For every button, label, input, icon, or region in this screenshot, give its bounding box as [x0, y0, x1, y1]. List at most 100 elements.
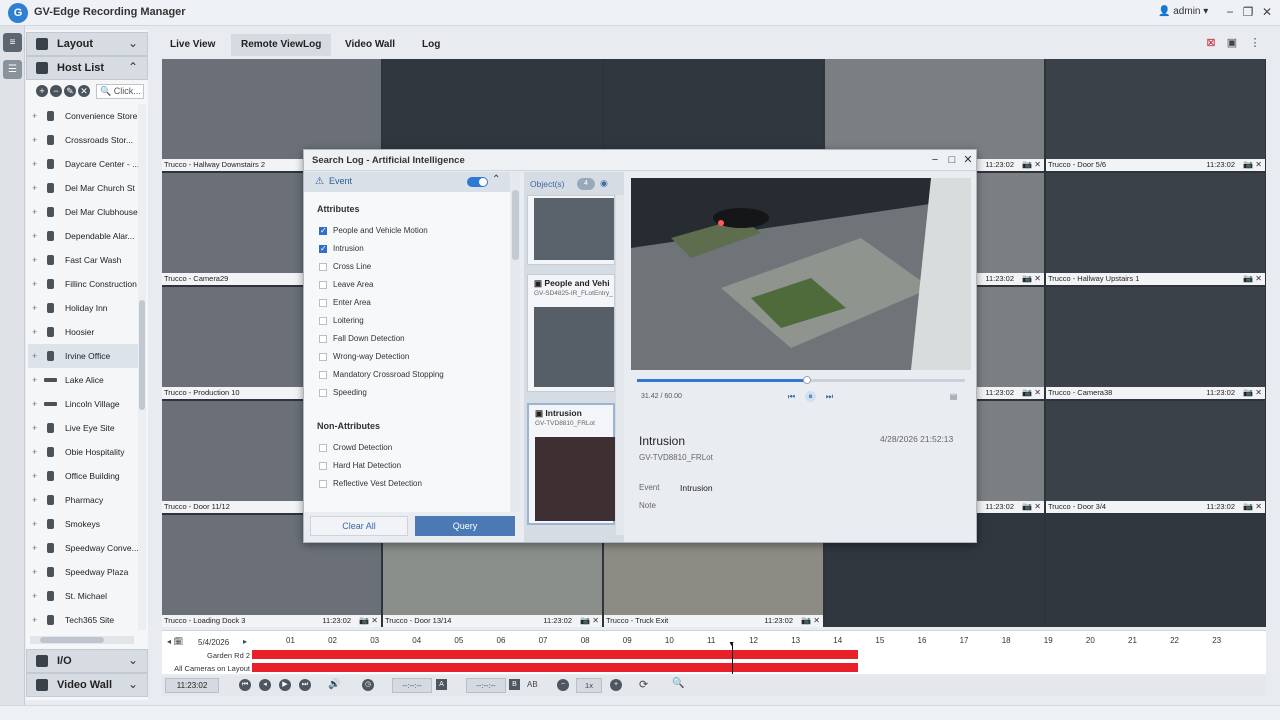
- host-item[interactable]: + Holiday Inn: [28, 296, 138, 320]
- tab-video-wall[interactable]: Video Wall: [335, 34, 405, 56]
- expand-icon[interactable]: +: [32, 560, 37, 584]
- hostlist-section-header[interactable]: Host List ⌃: [26, 56, 148, 80]
- host-list-hscroll-thumb[interactable]: [40, 637, 104, 643]
- host-item[interactable]: + Speedway Conve...: [28, 536, 138, 560]
- snapshot-icon[interactable]: 📷: [1243, 502, 1255, 511]
- snapshot-icon[interactable]: 📷: [1243, 388, 1255, 397]
- snapshot-icon[interactable]: 📷: [359, 616, 371, 625]
- checkbox-box[interactable]: [319, 225, 327, 237]
- panel-toggle-icon[interactable]: ≡: [3, 33, 22, 52]
- expand-icon[interactable]: +: [32, 320, 37, 344]
- camera-tile[interactable]: [1046, 515, 1265, 627]
- speed-field[interactable]: 1x: [576, 678, 602, 693]
- remove-host-icon[interactable]: −: [50, 85, 62, 97]
- tab-live-view[interactable]: Live View: [160, 34, 225, 56]
- snapshot-icon[interactable]: 📷: [1022, 388, 1034, 397]
- expand-icon[interactable]: +: [32, 104, 37, 128]
- recording-bar[interactable]: [252, 663, 859, 672]
- set-start-icon[interactable]: A: [436, 679, 447, 690]
- play-icon[interactable]: ▶: [279, 679, 291, 691]
- videowall-section-header[interactable]: Video Wall ⌄: [26, 673, 148, 697]
- layout-section-header[interactable]: Layout ⌄: [26, 32, 148, 56]
- snapshot-icon[interactable]: 📷: [1243, 274, 1255, 283]
- recording-bar[interactable]: [252, 650, 859, 659]
- step-back-icon[interactable]: ◂: [259, 679, 271, 691]
- io-section-header[interactable]: I/O ⌄: [26, 649, 148, 673]
- camera-tile[interactable]: Trucco - Door 3/4 11:23:02 📷 ✕: [1046, 401, 1265, 513]
- camera-tile[interactable]: Trucco - Door 5/6 11:23:02 📷 ✕: [1046, 59, 1265, 171]
- objects-scrollbar[interactable]: [616, 195, 624, 535]
- host-item[interactable]: + Smokeys: [28, 512, 138, 536]
- ab-repeat-icon[interactable]: AB: [527, 680, 538, 689]
- expand-icon[interactable]: +: [32, 128, 37, 152]
- snapshot-icon[interactable]: 📷: [1243, 160, 1255, 169]
- close-camera-icon[interactable]: ✕: [1255, 388, 1262, 397]
- faster-icon[interactable]: +: [610, 679, 622, 691]
- expand-icon[interactable]: +: [32, 584, 37, 608]
- event-filter-toggle[interactable]: [467, 177, 488, 187]
- host-item[interactable]: + Pharmacy: [28, 488, 138, 512]
- slower-icon[interactable]: −: [557, 679, 569, 691]
- checkbox-box[interactable]: [319, 263, 327, 271]
- checkbox-box[interactable]: [319, 371, 327, 379]
- snapshot-icon[interactable]: 📷: [1022, 160, 1034, 169]
- query-button[interactable]: Query: [415, 516, 515, 536]
- search-log-icon[interactable]: 🔍: [672, 678, 684, 689]
- expand-icon[interactable]: +: [32, 200, 37, 224]
- expand-icon[interactable]: +: [32, 512, 37, 536]
- disconnect-host-icon[interactable]: ✕: [78, 85, 90, 97]
- close-camera-icon[interactable]: ✕: [1255, 274, 1262, 283]
- close-camera-icon[interactable]: ✕: [1034, 388, 1041, 397]
- host-item[interactable]: + St. Michael: [28, 584, 138, 608]
- timeline-next-day-icon[interactable]: ▸: [243, 637, 247, 646]
- add-host-icon[interactable]: +: [36, 85, 48, 97]
- host-item[interactable]: + Live Eye Site: [28, 416, 138, 440]
- checkbox-box[interactable]: [319, 243, 327, 255]
- close-camera-icon[interactable]: ✕: [371, 616, 378, 625]
- snapshot-icon[interactable]: 📷: [801, 616, 813, 625]
- checkbox-box[interactable]: [319, 299, 327, 307]
- expand-icon[interactable]: +: [32, 416, 37, 440]
- host-item[interactable]: + Lake Alice: [28, 368, 138, 392]
- expand-icon[interactable]: +: [32, 176, 37, 200]
- user-menu[interactable]: 👤 admin ▾: [1158, 6, 1208, 17]
- pause-icon[interactable]: ⏸: [805, 391, 816, 402]
- close-camera-icon[interactable]: ✕: [592, 616, 599, 625]
- host-item[interactable]: + Daycare Center - ...: [28, 152, 138, 176]
- edit-host-icon[interactable]: ✎: [64, 85, 76, 97]
- more-options-icon[interactable]: ⋮: [1248, 36, 1262, 50]
- start-time-field[interactable]: --:--:--: [392, 678, 432, 693]
- save-layout-icon[interactable]: ▣: [1225, 36, 1239, 50]
- host-item[interactable]: + Hoosier: [28, 320, 138, 344]
- object-card[interactable]: ▣ People and Vehi GV-SD4825-IR_FLotEntry…: [527, 274, 615, 392]
- filter-scroll-thumb[interactable]: [512, 190, 519, 260]
- expand-icon[interactable]: +: [32, 368, 37, 392]
- close-camera-icon[interactable]: ✕: [1034, 160, 1041, 169]
- expand-icon[interactable]: +: [32, 536, 37, 560]
- host-item[interactable]: + Office Building: [28, 464, 138, 488]
- close-all-cameras-icon[interactable]: ⊠: [1204, 36, 1218, 50]
- refresh-icon[interactable]: ⟳: [639, 678, 648, 691]
- dialog-minimize-button[interactable]: −: [928, 153, 942, 167]
- clear-all-button[interactable]: Clear All: [310, 516, 408, 536]
- clock-icon[interactable]: ◷: [362, 679, 374, 691]
- snapshot-icon[interactable]: 📷: [580, 616, 592, 625]
- expand-icon[interactable]: +: [32, 392, 37, 416]
- end-time-field[interactable]: --:--:--: [466, 678, 506, 693]
- list-view-icon[interactable]: ☰: [3, 60, 22, 79]
- tab-log[interactable]: Log: [412, 34, 450, 56]
- checkbox-box[interactable]: [319, 480, 327, 488]
- restore-button[interactable]: ❐: [1240, 4, 1256, 20]
- checkbox-box[interactable]: [319, 335, 327, 343]
- checkbox-box[interactable]: [319, 444, 327, 452]
- host-item[interactable]: + Irvine Office: [28, 344, 138, 368]
- checkbox-box[interactable]: [319, 353, 327, 361]
- camera-tile[interactable]: Trucco - Hallway Upstairs 1 📷 ✕: [1046, 173, 1265, 285]
- close-camera-icon[interactable]: ✕: [1034, 274, 1041, 283]
- host-item[interactable]: + Fast Car Wash: [28, 248, 138, 272]
- host-item[interactable]: + Crossroads Stor...: [28, 128, 138, 152]
- previous-frame-icon[interactable]: ⏮: [786, 391, 797, 402]
- host-item[interactable]: + Del Mar Church St: [28, 176, 138, 200]
- camera-tile[interactable]: Trucco - Camera38 11:23:02 📷 ✕: [1046, 287, 1265, 399]
- close-camera-icon[interactable]: ✕: [1255, 160, 1262, 169]
